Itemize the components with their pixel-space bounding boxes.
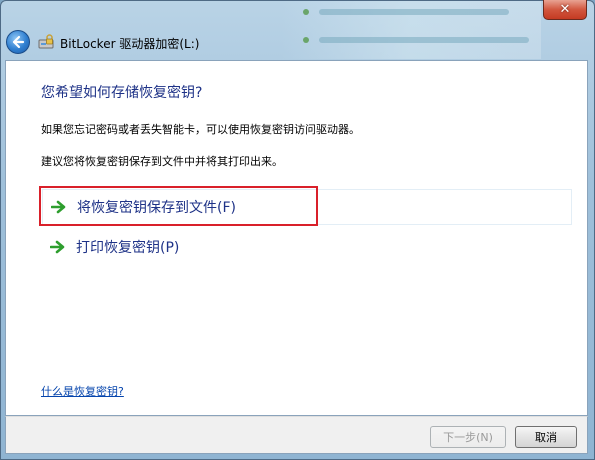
cancel-button[interactable]: 取消 xyxy=(515,426,577,448)
content-panel: 您希望如何存储恢复密钥? 如果您忘记密码或者丢失智能卡，可以使用恢复密钥访问驱动… xyxy=(5,60,588,416)
back-arrow-icon xyxy=(12,35,25,49)
green-arrow-icon xyxy=(50,240,65,254)
close-button[interactable]: ✕ xyxy=(543,0,587,20)
description-line-2: 建议您将恢复密钥保存到文件中并将其打印出来。 xyxy=(41,155,283,168)
page-title: 您希望如何存储恢复密钥? xyxy=(41,85,203,101)
title-bar: ✕ BitLocker 驱动器加密(L:) xyxy=(0,0,595,60)
print-key-label: 打印恢复密钥(P) xyxy=(76,240,180,256)
window-title: BitLocker 驱动器加密(L:) xyxy=(60,37,200,51)
help-link[interactable]: 什么是恢复密钥? xyxy=(41,383,124,399)
bitlocker-drive-icon xyxy=(38,34,54,49)
highlight-box xyxy=(39,186,318,226)
back-button[interactable] xyxy=(6,30,30,54)
next-button[interactable]: 下一步(N) xyxy=(430,426,506,448)
description-line-1: 如果您忘记密码或者丢失智能卡，可以使用恢复密钥访问驱动器。 xyxy=(41,123,360,136)
close-icon: ✕ xyxy=(559,2,571,17)
button-bar: 下一步(N) 取消 xyxy=(5,416,588,454)
print-key-option[interactable]: 打印恢复密钥(P) xyxy=(42,229,342,265)
